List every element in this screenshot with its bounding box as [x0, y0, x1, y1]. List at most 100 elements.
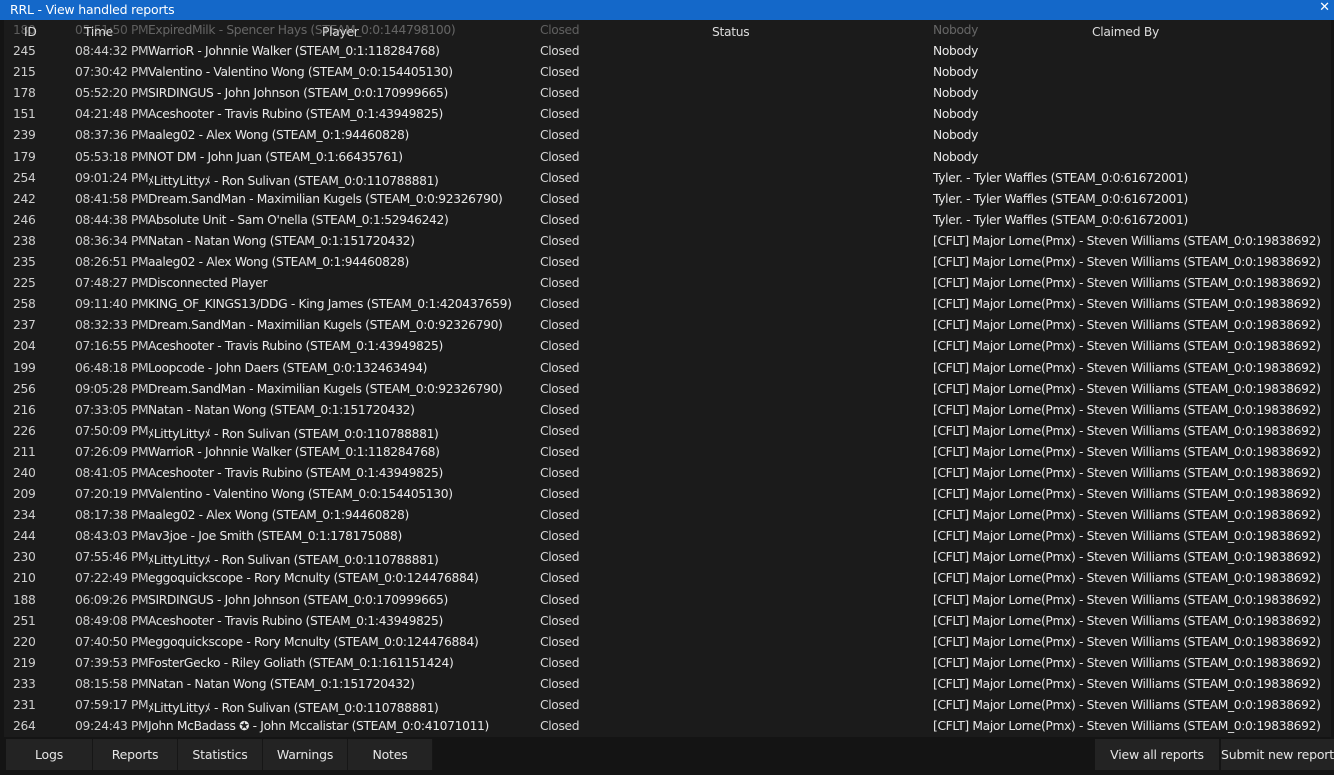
table-row[interactable]: 264 09:24:43 PM John McBadass ✪ - John Mcc…: [4, 716, 1331, 737]
table-row[interactable]: 239 08:37:36 PM aaleg02 - Alex Wong (STEAM…: [4, 125, 1331, 146]
cell-claimed-by: [CFLT] Major Lorne(Pmx) - Steven William…: [933, 634, 1321, 649]
table-row[interactable]: 226 07:50:09 PM ﾒLittyLittyﾒ - Ron Sulivan…: [4, 421, 1331, 442]
table-row[interactable]: 204 07:16:55 PM Aceshooter - Travis Rubino…: [4, 336, 1331, 357]
cell-player: ﾒLittyLittyﾒ - Ron Sulivan (STEAM_0:0:11…: [148, 701, 439, 715]
column-header-time[interactable]: Time: [84, 25, 113, 39]
table-row[interactable]: 211 07:26:09 PM WarrioR - Johnnie Walker (…: [4, 442, 1331, 463]
column-header-claimed-by[interactable]: Claimed By: [1092, 25, 1159, 39]
view-all-reports-button[interactable]: View all reports: [1095, 739, 1219, 770]
column-header-status[interactable]: Status: [712, 25, 750, 39]
cell-claimed-by: [CFLT] Major Lorne(Pmx) - Steven William…: [933, 529, 1321, 544]
cell-claimed-by: [CFLT] Major Lorne(Pmx) - Steven William…: [933, 655, 1321, 670]
cell-player: SIRDINGUS - John Johnson (STEAM_0:0:1709…: [148, 592, 448, 607]
cell-time: 08:44:38 PM: [75, 212, 149, 227]
cell-status: Closed: [540, 297, 580, 312]
cell-player: FosterGecko - Riley Goliath (STEAM_0:1:1…: [148, 655, 454, 670]
cell-time: 05:53:18 PM: [75, 149, 149, 164]
table-row[interactable]: 188 06:09:26 PM SIRDINGUS - John Johnson (…: [4, 590, 1331, 611]
cell-player: Natan - Natan Wong (STEAM_0:1:151720432): [148, 402, 415, 417]
table-row[interactable]: 199 06:48:18 PM Loopcode - John Daers (STE…: [4, 358, 1331, 379]
column-header-player[interactable]: Player: [322, 25, 359, 39]
table-row[interactable]: 237 08:32:33 PM Dream.SandMan - Maximilian…: [4, 315, 1331, 336]
cell-status: Closed: [540, 149, 580, 164]
tab-reports[interactable]: Reports: [93, 739, 178, 770]
table-row[interactable]: 235 08:26:51 PM aaleg02 - Alex Wong (STEAM…: [4, 252, 1331, 273]
cell-player: Aceshooter - Travis Rubino (STEAM_0:1:43…: [148, 107, 443, 122]
cell-time: 09:05:28 PM: [75, 381, 149, 396]
cell-id: 233: [13, 676, 36, 691]
table-row[interactable]: 256 09:05:28 PM Dream.SandMan - Maximilian…: [4, 379, 1331, 400]
close-icon[interactable]: ✕: [1319, 0, 1330, 15]
table-row[interactable]: 258 09:11:40 PM KING_OF_KINGS13/DDG - King…: [4, 294, 1331, 315]
table-row[interactable]: 215 07:30:42 PM Valentino - Valentino Wong…: [4, 62, 1331, 83]
table-row[interactable]: 246 08:44:38 PM Absolute Unit - Sam O'nell…: [4, 210, 1331, 231]
cell-id: 211: [13, 444, 36, 459]
cell-id: 230: [13, 550, 36, 565]
bottom-bar: Logs Reports Statistics Warnings Notes V…: [0, 737, 1334, 775]
cell-status: Closed: [540, 191, 580, 206]
cell-claimed-by: [CFLT] Major Lorne(Pmx) - Steven William…: [933, 698, 1321, 712]
table-row[interactable]: 244 08:43:03 PM av3joe - Joe Smith (STEAM_…: [4, 526, 1331, 547]
cell-id: 220: [13, 634, 36, 649]
cell-player: av3joe - Joe Smith (STEAM_0:1:178175088): [148, 529, 402, 544]
table-row[interactable]: 178 05:52:20 PM SIRDINGUS - John Johnson (…: [4, 83, 1331, 104]
cell-claimed-by: [CFLT] Major Lorne(Pmx) - Steven William…: [933, 571, 1321, 586]
table-row[interactable]: 245 08:44:32 PM WarrioR - Johnnie Walker (…: [4, 41, 1331, 62]
cell-claimed-by: [CFLT] Major Lorne(Pmx) - Steven William…: [933, 381, 1321, 396]
cell-time: 09:24:43 PM: [75, 719, 149, 734]
column-header-id[interactable]: ID: [24, 25, 37, 39]
table-row[interactable]: 238 08:36:34 PM Natan - Natan Wong (STEAM_…: [4, 231, 1331, 252]
cell-player: Natan - Natan Wong (STEAM_0:1:151720432): [148, 676, 415, 691]
table-row[interactable]: 234 08:17:38 PM aaleg02 - Alex Wong (STEAM…: [4, 505, 1331, 526]
table-row[interactable]: 254 09:01:24 PM ﾒLittyLittyﾒ - Ron Sulivan…: [4, 168, 1331, 189]
table-row[interactable]: 225 07:48:27 PM Disconnected Player Closed […: [4, 273, 1331, 294]
cell-time: 09:11:40 PM: [75, 297, 149, 312]
cell-id: 178: [13, 86, 36, 101]
table-row[interactable]: 179 05:53:18 PM NOT DM - John Juan (STEAM_…: [4, 147, 1331, 168]
cell-claimed-by: [CFLT] Major Lorne(Pmx) - Steven William…: [933, 444, 1321, 459]
cell-time: 08:41:58 PM: [75, 191, 149, 206]
cell-claimed-by: [CFLT] Major Lorne(Pmx) - Steven William…: [933, 276, 1321, 291]
cell-id: 242: [13, 191, 36, 206]
cell-status: Closed: [540, 402, 580, 417]
cell-time: 07:16:55 PM: [75, 339, 149, 354]
table-row[interactable]: 151 04:21:48 PM Aceshooter - Travis Rubino…: [4, 104, 1331, 125]
cell-status: Closed: [540, 655, 580, 670]
cell-id: 231: [13, 698, 36, 712]
cell-status: Closed: [540, 529, 580, 544]
table-row[interactable]: 219 07:39:53 PM FosterGecko - Riley Goliat…: [4, 653, 1331, 674]
tab-statistics[interactable]: Statistics: [178, 739, 263, 770]
cell-time: 07:55:46 PM: [75, 550, 149, 565]
cell-status: Closed: [540, 571, 580, 586]
cell-status: Closed: [540, 318, 580, 333]
cell-id: 219: [13, 655, 36, 670]
cell-status: Closed: [540, 698, 580, 712]
tab-warnings[interactable]: Warnings: [263, 739, 348, 770]
cell-claimed-by: Nobody: [933, 128, 979, 143]
table-row[interactable]: 251 08:49:08 PM Aceshooter - Travis Rubino…: [4, 611, 1331, 632]
cell-claimed-by: Tyler. - Tyler Waffles (STEAM_0:0:616720…: [933, 191, 1188, 206]
table-row[interactable]: 210 07:22:49 PM eggoquickscope - Rory Mcnu…: [4, 568, 1331, 589]
table-row[interactable]: 220 07:40:50 PM eggoquickscope - Rory Mcnu…: [4, 632, 1331, 653]
table-row[interactable]: 240 08:41:05 PM Aceshooter - Travis Rubino…: [4, 463, 1331, 484]
table-row[interactable]: 216 07:33:05 PM Natan - Natan Wong (STEAM_…: [4, 400, 1331, 421]
cell-claimed-by: [CFLT] Major Lorne(Pmx) - Steven William…: [933, 465, 1321, 480]
cell-claimed-by: Nobody: [933, 149, 979, 164]
table-row[interactable]: 233 08:15:58 PM Natan - Natan Wong (STEAM_…: [4, 674, 1331, 695]
table-row[interactable]: 242 08:41:58 PM Dream.SandMan - Maximilian…: [4, 189, 1331, 210]
cell-status: Closed: [540, 381, 580, 396]
cell-id: 204: [13, 339, 36, 354]
table-row[interactable]: 231 07:59:17 PM ﾒLittyLittyﾒ - Ron Sulivan…: [4, 695, 1331, 716]
tab-logs[interactable]: Logs: [6, 739, 93, 770]
cell-status: Closed: [540, 634, 580, 649]
cell-claimed-by: Tyler. - Tyler Waffles (STEAM_0:0:616720…: [933, 170, 1188, 185]
tab-notes[interactable]: Notes: [348, 739, 433, 770]
table-row[interactable]: 209 07:20:19 PM Valentino - Valentino Wong…: [4, 484, 1331, 505]
cell-id: 251: [13, 613, 36, 628]
cell-id: 237: [13, 318, 36, 333]
table-row[interactable]: 230 07:55:46 PM ﾒLittyLittyﾒ - Ron Sulivan…: [4, 547, 1331, 568]
cell-status: Closed: [540, 465, 580, 480]
cell-id: 246: [13, 212, 36, 227]
cell-status: Closed: [540, 212, 580, 227]
submit-new-report-button[interactable]: Submit new report: [1221, 739, 1334, 770]
